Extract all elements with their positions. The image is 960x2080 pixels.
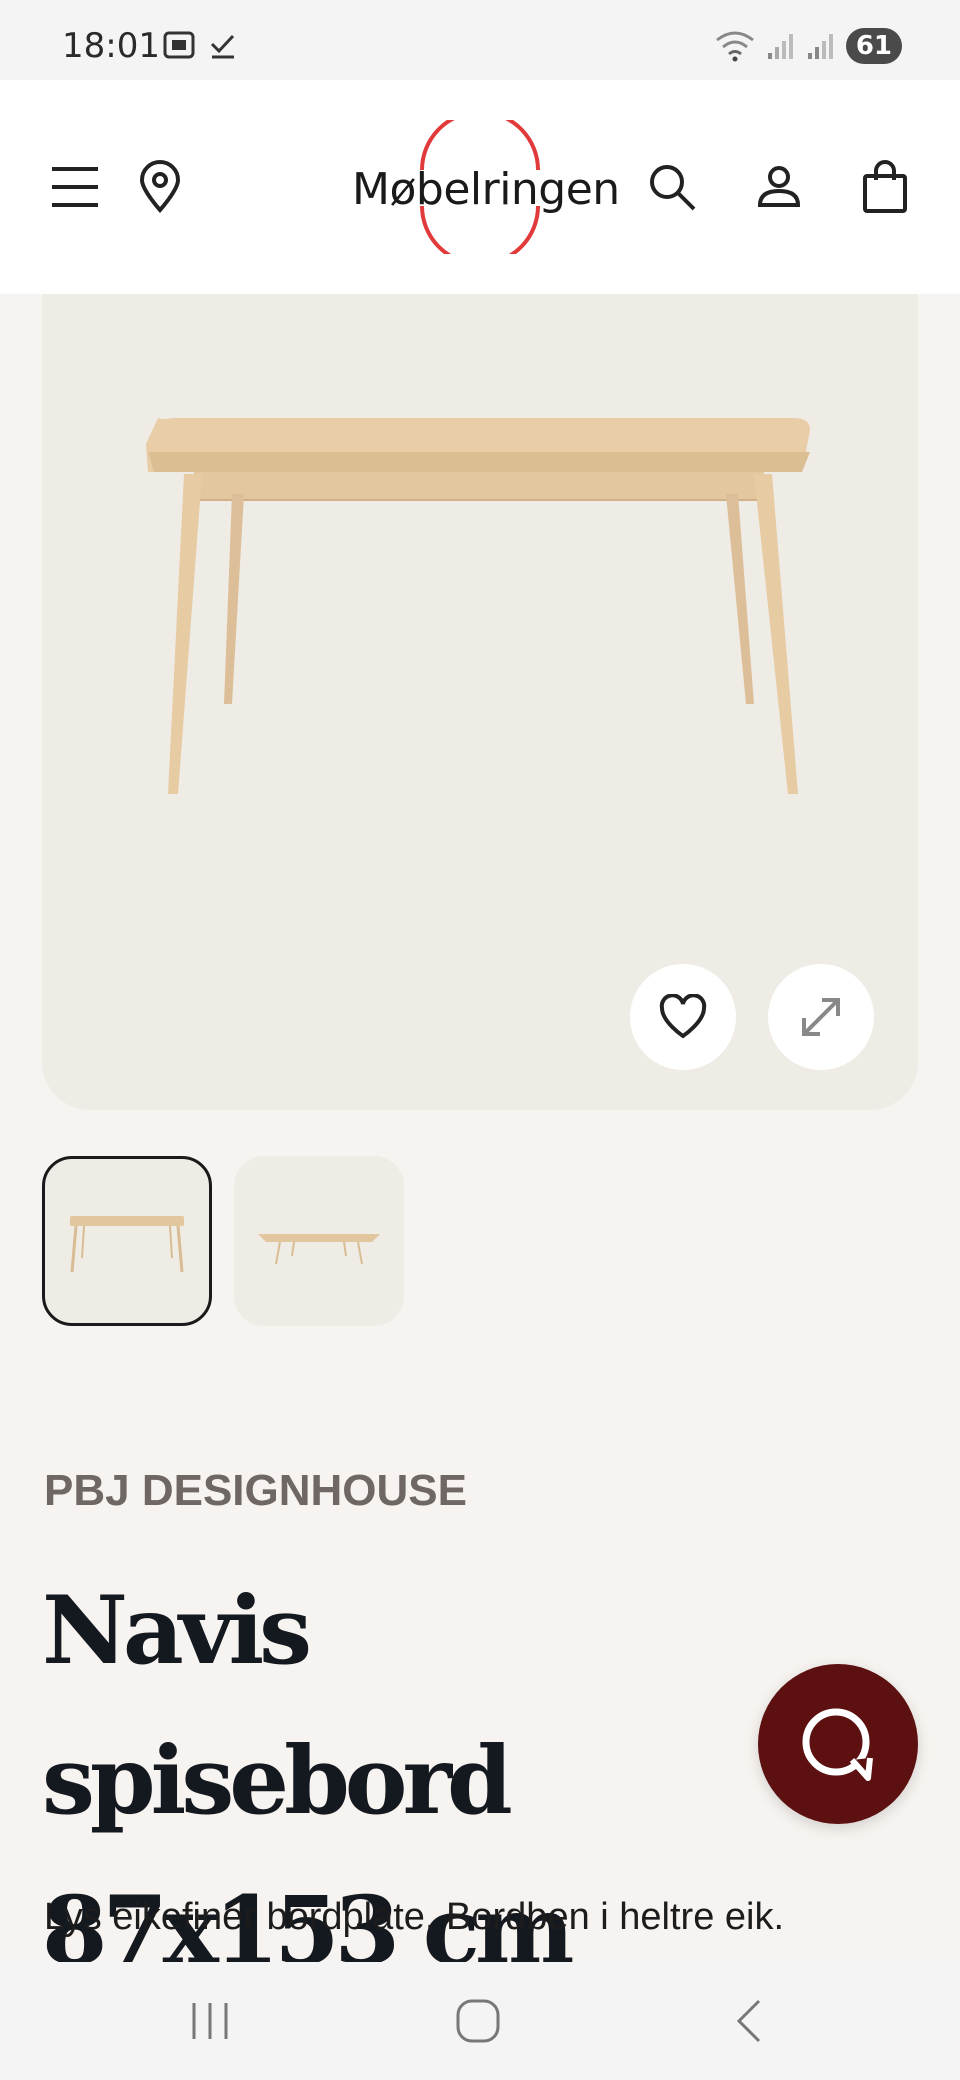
heart-icon	[659, 994, 707, 1039]
product-description: Lys eikefinér bordplate. Bordben i heltr…	[44, 1896, 785, 1938]
signal-icon	[807, 34, 833, 59]
back-icon	[736, 1999, 761, 2043]
recents-button[interactable]	[150, 1962, 270, 2080]
status-left-icons	[162, 30, 238, 60]
site-header: Møbelringen	[0, 80, 960, 294]
thumbnail-table-image	[70, 1216, 184, 1273]
account-icon	[757, 166, 801, 207]
wifi-icon	[715, 31, 754, 62]
check-icon	[210, 34, 235, 59]
cart-button[interactable]	[860, 80, 910, 294]
location-pin-icon	[139, 160, 181, 213]
back-button[interactable]	[688, 1962, 808, 2080]
favorite-button[interactable]	[630, 964, 736, 1070]
store-locator-button[interactable]	[134, 80, 186, 294]
system-nav-bar	[0, 1962, 960, 2080]
screenshot-icon	[163, 31, 195, 59]
cart-icon	[863, 160, 907, 213]
chat-icon	[802, 1708, 873, 1781]
menu-icon	[52, 167, 98, 207]
product-image-main[interactable]	[42, 294, 918, 1110]
search-button[interactable]	[644, 80, 700, 294]
logo-text: Møbelringen	[352, 164, 620, 215]
signal-icon	[767, 34, 793, 59]
status-bar: 18:01 61	[0, 0, 960, 80]
battery-indicator: 61	[845, 28, 902, 64]
recents-icon	[192, 2003, 228, 2039]
product-brand[interactable]: PBJ DESIGNHOUSE	[44, 1466, 467, 1516]
site-logo[interactable]: Møbelringen	[340, 120, 620, 254]
chat-button[interactable]	[758, 1664, 918, 1824]
thumbnail-1[interactable]	[42, 1156, 212, 1326]
status-right: 61	[714, 28, 902, 64]
menu-button[interactable]	[42, 80, 108, 294]
search-icon	[650, 165, 696, 211]
expand-image-button[interactable]	[768, 964, 874, 1070]
thumbnail-table-extended-image	[258, 1234, 380, 1265]
home-button[interactable]	[418, 1962, 538, 2080]
thumbnail-2[interactable]	[234, 1156, 404, 1326]
status-time: 18:01	[62, 26, 160, 66]
expand-icon	[802, 998, 840, 1036]
account-button[interactable]	[754, 80, 804, 294]
home-icon	[456, 1999, 500, 2043]
